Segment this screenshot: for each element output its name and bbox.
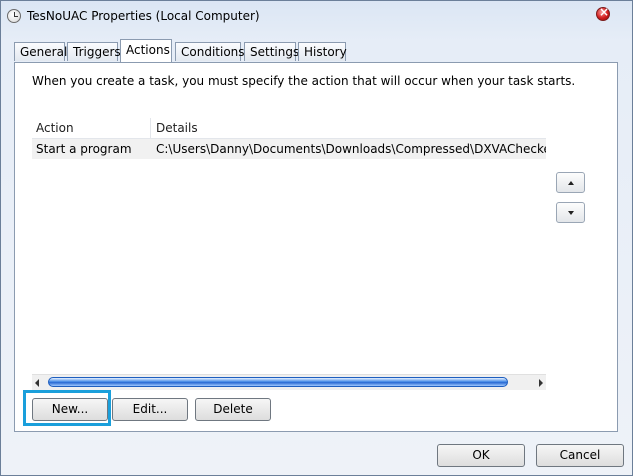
list-header: Action Details bbox=[32, 118, 546, 139]
ok-button[interactable]: OK bbox=[437, 444, 525, 467]
properties-window: TesNoUAC Properties (Local Computer) Gen… bbox=[0, 0, 633, 476]
cancel-button[interactable]: Cancel bbox=[536, 444, 624, 467]
new-button-highlight bbox=[23, 390, 111, 426]
scroll-left-arrow-icon[interactable] bbox=[35, 379, 39, 387]
scroll-thumb[interactable] bbox=[48, 377, 508, 387]
column-header-details[interactable]: Details bbox=[156, 121, 198, 135]
tab-history[interactable]: History bbox=[298, 42, 347, 61]
scroll-right-arrow-icon[interactable] bbox=[539, 379, 543, 387]
clock-icon bbox=[7, 9, 21, 23]
delete-button[interactable]: Delete bbox=[195, 398, 271, 421]
move-up-button[interactable] bbox=[556, 172, 585, 193]
panel-description: When you create a task, you must specify… bbox=[32, 74, 576, 88]
edit-button[interactable]: Edit... bbox=[112, 398, 188, 421]
move-up-icon bbox=[568, 181, 574, 185]
tab-general[interactable]: General bbox=[14, 42, 67, 61]
window-title: TesNoUAC Properties (Local Computer) bbox=[27, 9, 260, 23]
tab-actions[interactable]: Actions bbox=[120, 39, 172, 62]
row-details: C:\Users\Danny\Documents\Downloads\Compr… bbox=[156, 142, 546, 156]
tab-conditions[interactable]: Conditions bbox=[175, 42, 245, 61]
move-down-icon bbox=[568, 211, 574, 215]
actions-panel: When you create a task, you must specify… bbox=[14, 62, 618, 432]
horizontal-scrollbar[interactable] bbox=[32, 374, 546, 390]
actions-list[interactable]: Action Details Start a program C:\Users\… bbox=[32, 118, 546, 388]
tab-settings[interactable]: Settings bbox=[244, 42, 299, 61]
column-header-action[interactable]: Action bbox=[36, 121, 74, 135]
row-action: Start a program bbox=[36, 142, 132, 156]
close-icon[interactable] bbox=[596, 5, 610, 21]
column-divider[interactable] bbox=[150, 118, 151, 138]
title-bar[interactable]: TesNoUAC Properties (Local Computer) bbox=[1, 1, 632, 31]
table-row[interactable]: Start a program C:\Users\Danny\Documents… bbox=[32, 139, 546, 159]
move-down-button[interactable] bbox=[556, 202, 585, 223]
tab-triggers[interactable]: Triggers bbox=[67, 42, 121, 61]
